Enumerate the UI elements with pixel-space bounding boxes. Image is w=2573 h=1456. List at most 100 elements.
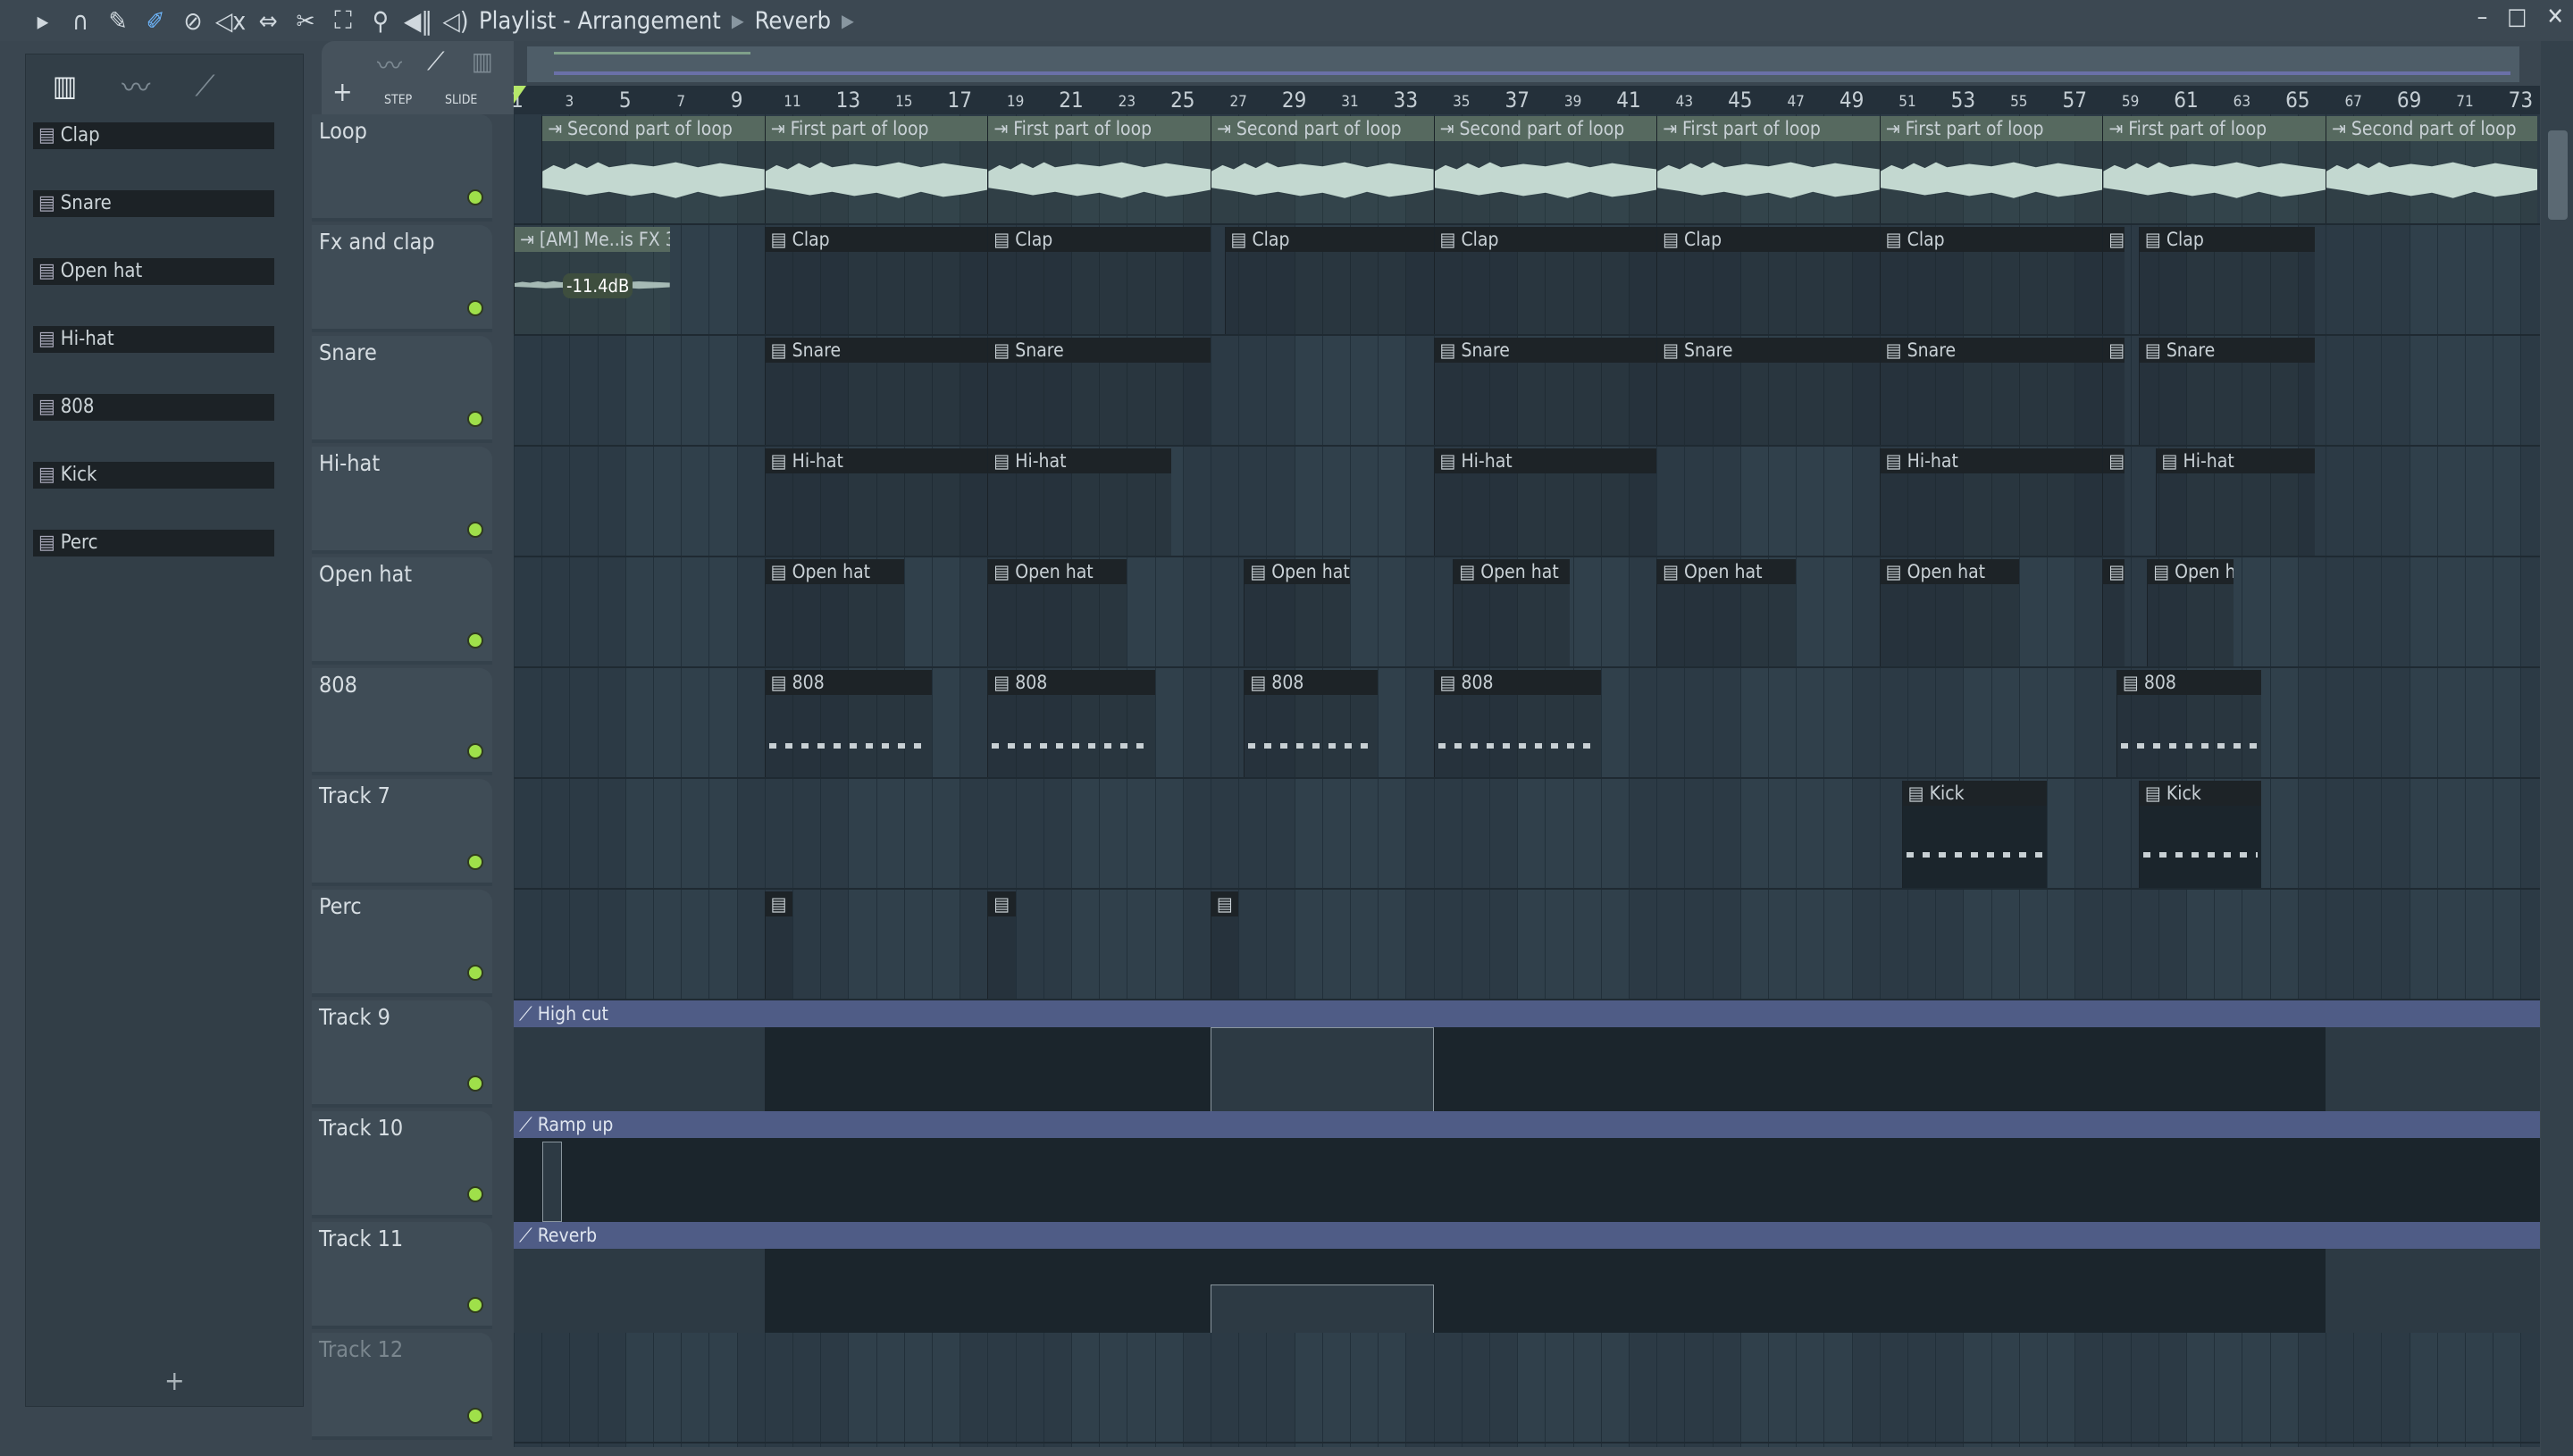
pattern-clip[interactable]: ▤ Hi-hat	[764, 448, 988, 556]
pattern-clip[interactable]: ▤ Clap	[1224, 227, 1434, 334]
pattern-clip[interactable]: ▤ Clap	[1433, 227, 1657, 334]
automation-icon[interactable]: ⟋	[427, 46, 445, 77]
pattern-clip[interactable]: ▤	[2102, 227, 2125, 334]
track-enable-toggle[interactable]	[467, 1408, 483, 1424]
track-lane[interactable]: ▤ 808 ▤ 808 ▤ 808 ▤ 808 ▤ 808	[514, 668, 2540, 779]
track-enable-toggle[interactable]	[467, 189, 483, 205]
track-enable-toggle[interactable]	[467, 965, 483, 981]
paint-icon[interactable]: ✐	[138, 3, 173, 38]
picker-item[interactable]: ▤ Snare	[33, 190, 274, 217]
pattern-clip[interactable]: ▤ Snare	[2138, 338, 2315, 445]
track-header[interactable]: Snare	[312, 336, 492, 443]
track-lane[interactable]: ▤ Snare ▤ Snare ▤ Snare ▤ Snare ▤ Snare ▤ ▤ S…	[514, 336, 2540, 447]
track-lane[interactable]: ⟋ Reverb	[514, 1222, 2540, 1333]
pattern-clip[interactable]: ▤	[2102, 448, 2125, 556]
track-lane[interactable]: ▤ Kick ▤ Kick	[514, 779, 2540, 890]
track-enable-toggle[interactable]	[467, 1186, 483, 1202]
pattern-clip[interactable]: ▤ Open hat	[987, 559, 1127, 666]
audio-clip[interactable]: ⇥ [AM] Me..is FX 3 -11.4dB	[514, 227, 670, 334]
pattern-clip[interactable]: ▤ Clap	[2138, 227, 2315, 334]
speaker-icon[interactable]: ◁)	[438, 3, 474, 38]
pencil-icon[interactable]: ✎	[100, 3, 136, 38]
envelope-point[interactable]	[542, 1142, 562, 1222]
pattern-clip[interactable]: ▤ Open hat	[764, 559, 904, 666]
pattern-clip[interactable]: ▤ Open hat	[1244, 559, 1350, 666]
pattern-selector[interactable]: Reverb	[755, 7, 831, 35]
add-track-button[interactable]: +	[332, 77, 353, 108]
audio-clip[interactable]: ⇥ First part of loop	[2102, 116, 2326, 223]
minimize-button[interactable]: –	[2477, 4, 2488, 30]
picker-item[interactable]: ▤ Open hat	[33, 258, 274, 285]
track-enable-toggle[interactable]	[467, 300, 483, 316]
audio-clip[interactable]: ⇥ Second part of loop	[541, 116, 765, 223]
picker-item[interactable]: ▤ 808	[33, 394, 274, 421]
audio-clip[interactable]: ⇥ Second part of loop	[1433, 116, 1657, 223]
audio-clip[interactable]: ⇥ Second part of loop	[1211, 116, 1434, 223]
track-header[interactable]: Hi-hat	[312, 447, 492, 554]
timeline-ruler[interactable]: 1 3 5 7 9 11 13 15 17 19 21 23 25 27 29 31 33 35 37 39 41 43 4…	[511, 86, 2540, 114]
mute-icon[interactable]: ◁x	[213, 3, 248, 38]
pattern-clip[interactable]: ▤ 808	[1433, 670, 1601, 777]
pattern-clip[interactable]: ▤ Hi-hat	[987, 448, 1172, 556]
audio-clip[interactable]: ⇥ Second part of loop	[2326, 116, 2538, 223]
playback-icon[interactable]: ◀‖	[400, 3, 436, 38]
pattern-clip[interactable]: ▤ Snare	[764, 338, 988, 445]
automation-clip[interactable]: ⟋ High cut	[514, 1000, 2540, 1111]
picker-item[interactable]: ▤ Hi-hat	[33, 326, 274, 353]
track-lane[interactable]: ⟋ Ramp up	[514, 1111, 2540, 1222]
track-header[interactable]: Perc	[312, 890, 492, 997]
delete-icon[interactable]: ⊘	[175, 3, 211, 38]
audio-clip[interactable]: ⇥ First part of loop	[764, 116, 988, 223]
pattern-clip[interactable]: ▤	[2102, 559, 2125, 666]
pattern-clip[interactable]: ▤	[764, 891, 792, 999]
picker-item[interactable]: ▤ Kick	[33, 462, 274, 489]
pattern-clip[interactable]: ▤ Hi-hat	[1433, 448, 1657, 556]
audio-clip[interactable]: ⇥ First part of loop	[1879, 116, 2103, 223]
playlist-grid[interactable]: ⇥ Second part of loop ⇥ First part of loo…	[514, 114, 2540, 1447]
audio-clip[interactable]: ⇥ First part of loop	[987, 116, 1211, 223]
track-enable-toggle[interactable]	[467, 411, 483, 427]
magnet-icon[interactable]: ∩	[63, 3, 98, 38]
automation-clip[interactable]: ⟋ Reverb	[514, 1222, 2540, 1333]
scrollbar-thumb[interactable]	[2548, 130, 2568, 220]
pattern-clip[interactable]: ▤ Snare	[1433, 338, 1657, 445]
pattern-clip[interactable]: ▤ Kick	[2138, 781, 2262, 888]
track-header[interactable]: Track 11	[312, 1222, 492, 1329]
step-toggle[interactable]: STEP	[384, 93, 412, 107]
track-header[interactable]: Track 7	[312, 779, 492, 886]
zoom-icon[interactable]: ⚲	[363, 3, 398, 38]
maximize-button[interactable]: □	[2507, 4, 2527, 30]
track-lane[interactable]: ⇥ [AM] Me..is FX 3 -11.4dB ▤ Clap ▤ Clap ▤ C…	[514, 225, 2540, 336]
pattern-clip[interactable]: ▤ Snare	[987, 338, 1211, 445]
track-header[interactable]: Fx and clap	[312, 225, 492, 332]
track-header[interactable]: 808	[312, 668, 492, 775]
track-lane[interactable]: ▤ Open hat ▤ Open hat ▤ Open hat ▤ Open hat…	[514, 557, 2540, 668]
track-header[interactable]: Loop	[312, 114, 492, 222]
add-button[interactable]: +	[164, 1366, 185, 1397]
pattern-clip[interactable]: ▤ 808	[1244, 670, 1379, 777]
track-header[interactable]: Open hat	[312, 557, 492, 665]
pattern-clip[interactable]: ▤	[2102, 338, 2125, 445]
automation-icon[interactable]: ⟋	[195, 69, 214, 104]
track-lane[interactable]: ⇥ Second part of loop ⇥ First part of loo…	[514, 114, 2540, 225]
track-header[interactable]: Track 9	[312, 1000, 492, 1108]
track-enable-toggle[interactable]	[467, 632, 483, 649]
slide-toggle[interactable]: SLIDE	[445, 93, 477, 107]
pattern-clip[interactable]: ▤ Kick	[1901, 781, 2047, 888]
track-enable-toggle[interactable]	[467, 522, 483, 538]
slip-icon[interactable]: ⇔	[250, 3, 286, 38]
audio-wave-icon[interactable]: 〰	[122, 65, 150, 106]
select-icon[interactable]: ⛶	[325, 3, 361, 38]
overview-scrollbar[interactable]	[527, 46, 2519, 82]
pattern-clip[interactable]: ▤ Open hat	[2147, 559, 2234, 666]
pattern-clip[interactable]: ▤ Snare	[1879, 338, 2103, 445]
track-lane[interactable]	[514, 1333, 2540, 1443]
piano-icon[interactable]: ▥	[472, 46, 493, 76]
picker-item[interactable]: ▤ Clap	[33, 122, 274, 149]
pattern-clip[interactable]: ▤ Clap	[764, 227, 988, 334]
pattern-clip[interactable]: ▤ Hi-hat	[1879, 448, 2103, 556]
pattern-clip[interactable]: ▤ Snare	[1656, 338, 1880, 445]
pattern-clip[interactable]: ▤ Hi-hat	[2155, 448, 2315, 556]
slice-icon[interactable]: ✂	[288, 3, 323, 38]
track-enable-toggle[interactable]	[467, 854, 483, 870]
